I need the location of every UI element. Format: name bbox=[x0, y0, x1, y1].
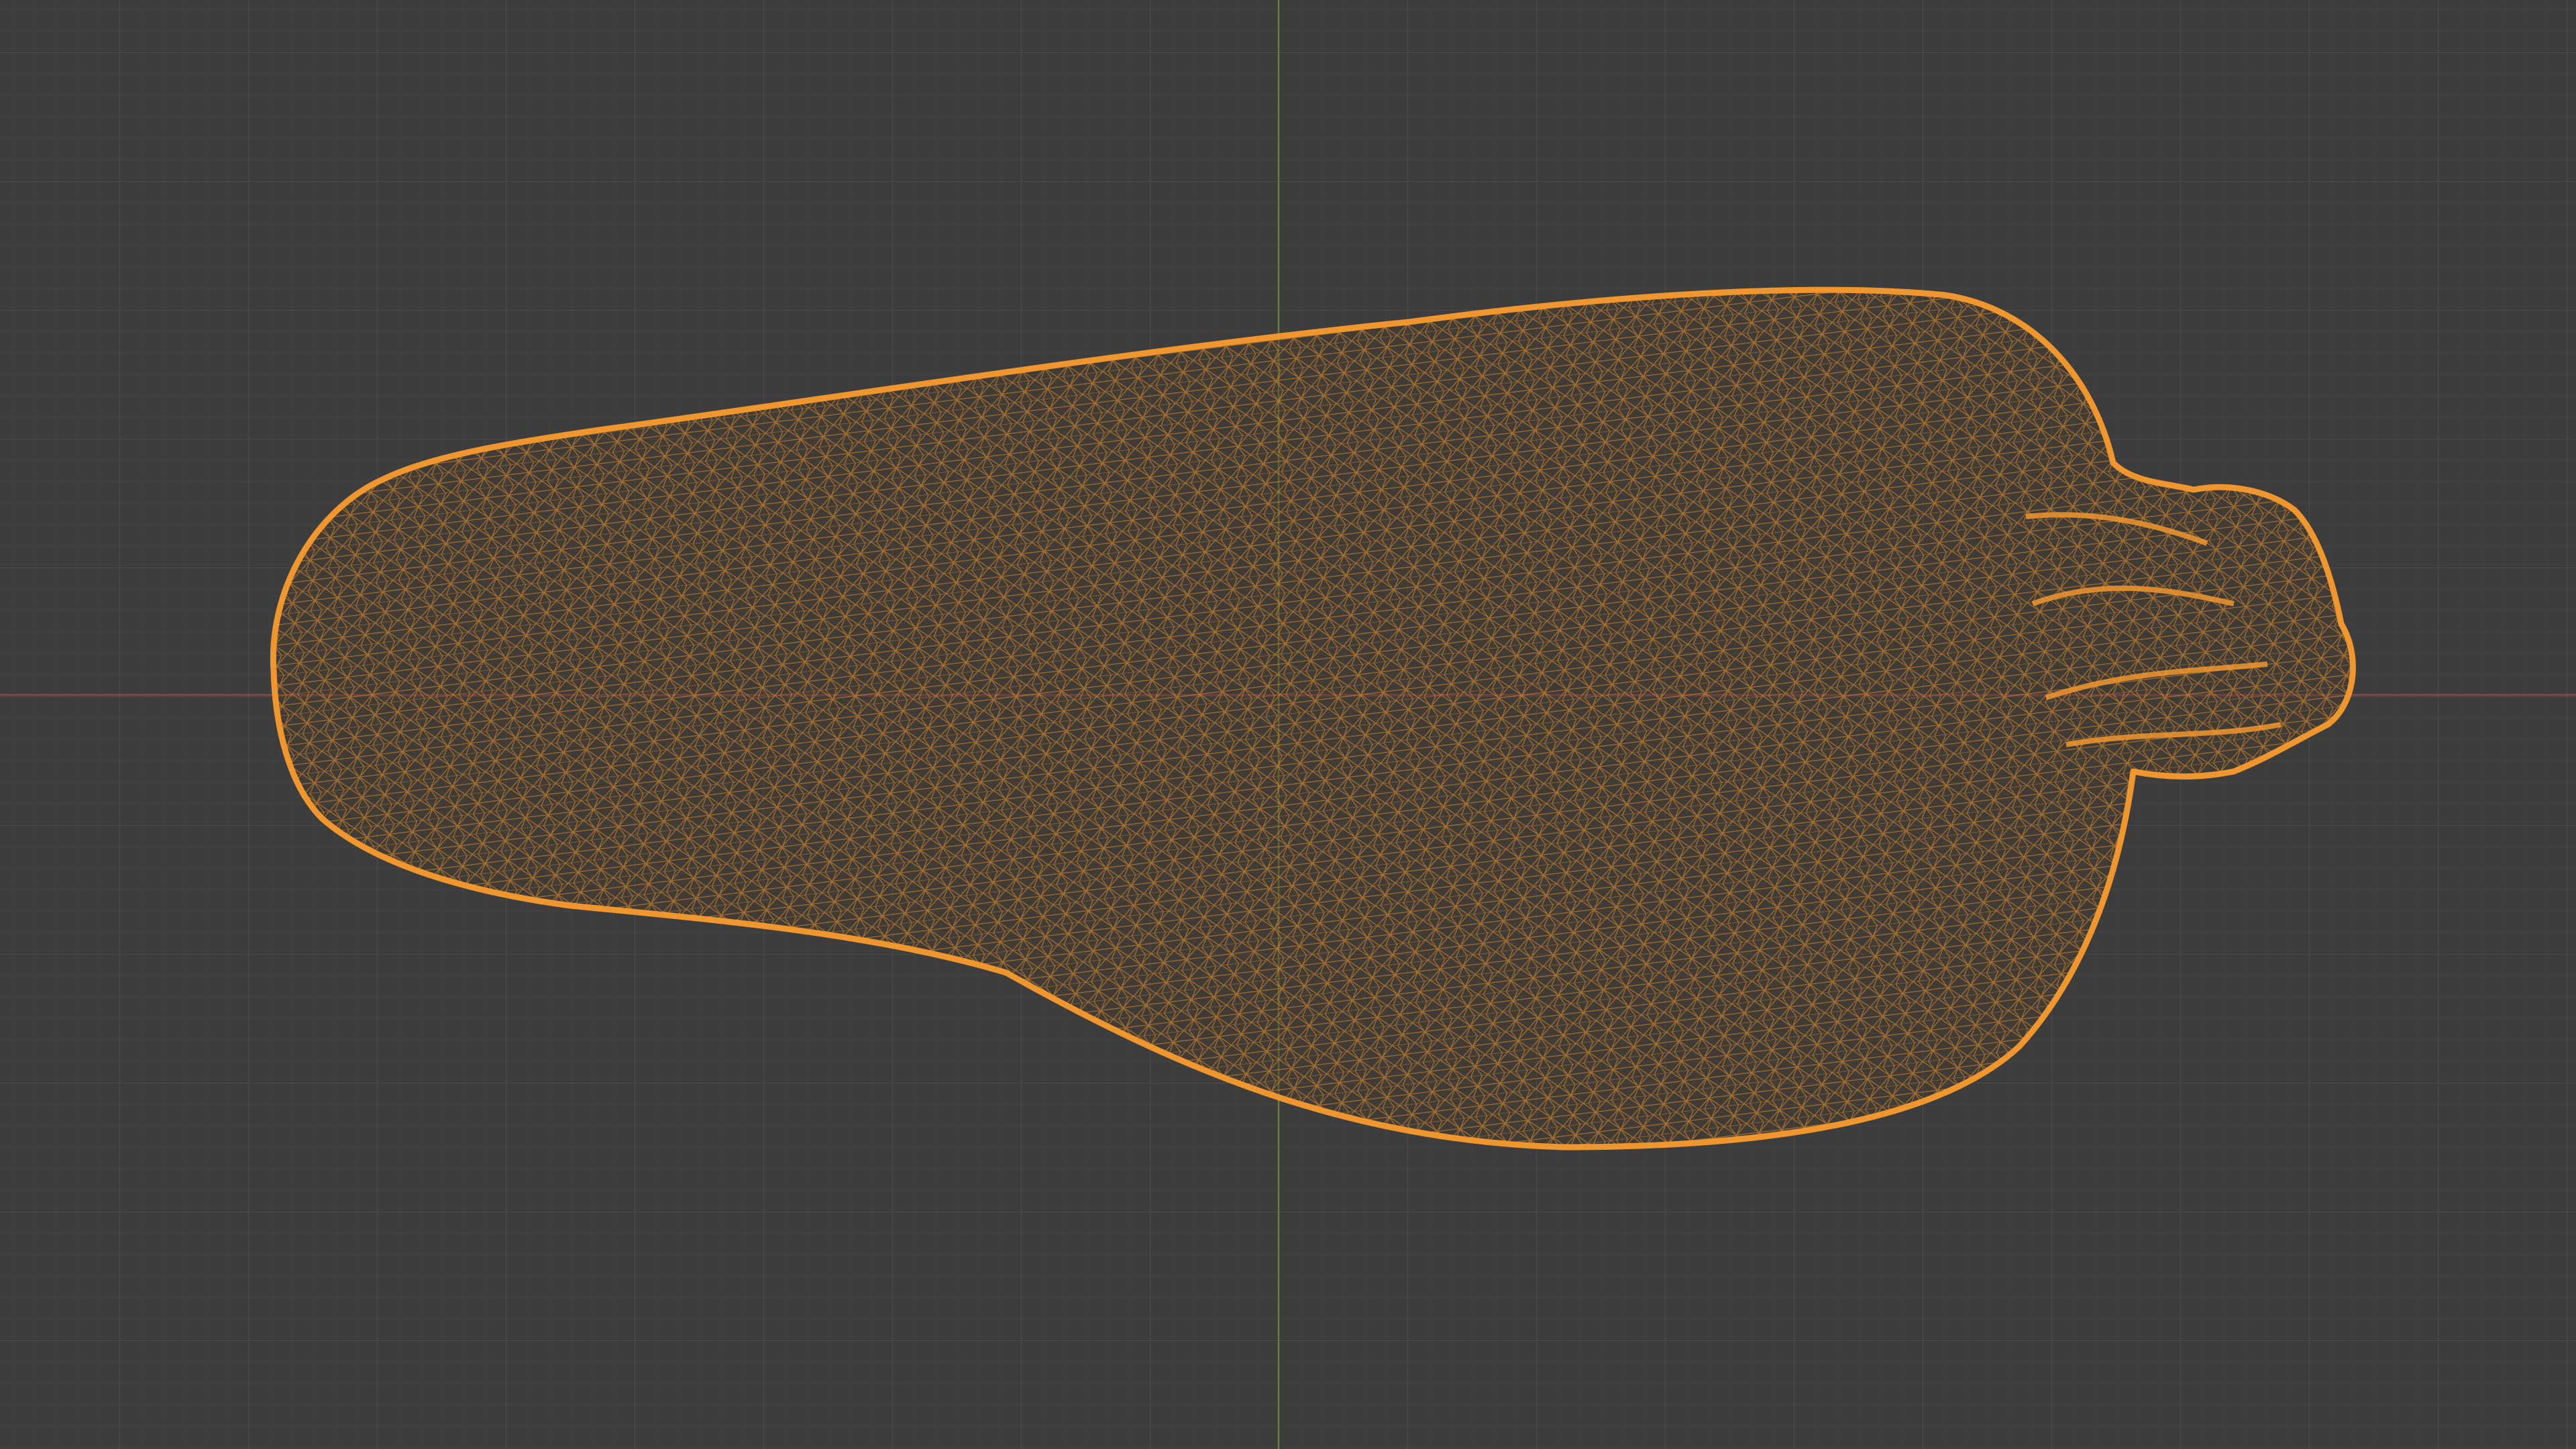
3d-viewport[interactable] bbox=[0, 0, 2576, 1449]
viewport-scene[interactable] bbox=[0, 0, 2576, 1449]
